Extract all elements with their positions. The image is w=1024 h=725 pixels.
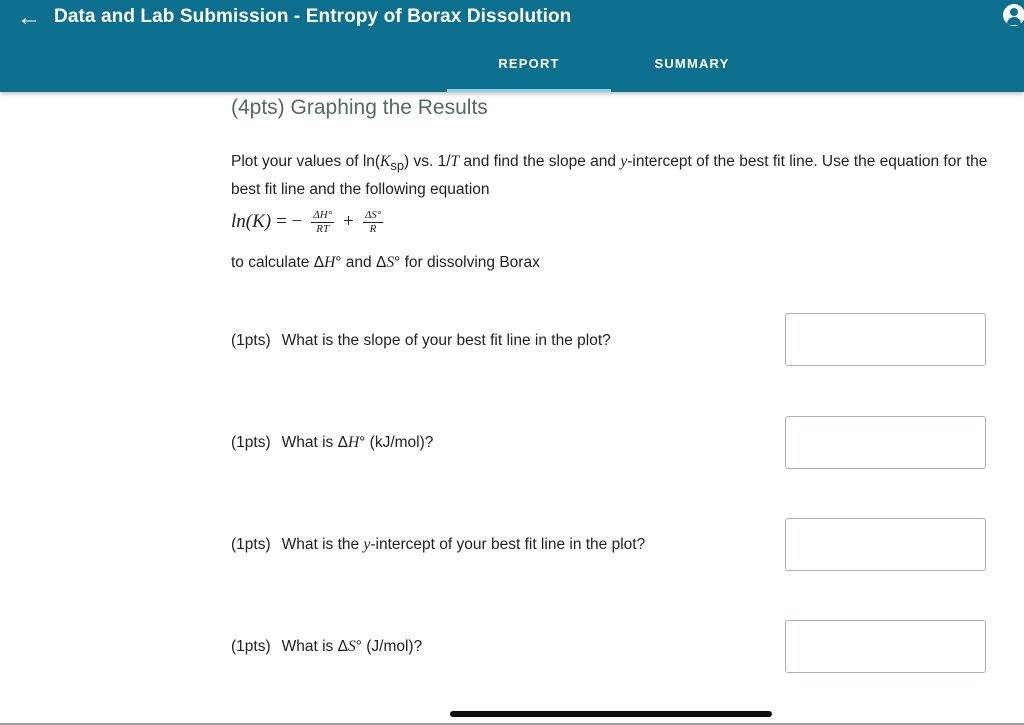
question-text-a: What is the: [281, 536, 364, 553]
tab-report[interactable]: REPORT: [447, 54, 611, 92]
intro-k-symbol: K: [380, 153, 391, 170]
question-text-a: What is Δ: [281, 638, 348, 655]
arrow-left-icon[interactable]: ←: [16, 5, 42, 31]
y-intercept-answer-field[interactable]: [785, 518, 986, 571]
enthalpy-denominator: RT: [316, 222, 330, 235]
question-text: What is ΔS° (J/mol)?: [282, 638, 423, 655]
delta-h-answer-field[interactable]: [785, 416, 986, 469]
tab-selected-indicator: [447, 89, 611, 92]
entropy-numerator: ΔS°: [362, 208, 384, 223]
intro-text-a: Plot your values of ln(: [231, 153, 381, 170]
question-points: (1pts): [231, 638, 271, 655]
entropy-fraction: ΔS° R: [362, 208, 384, 236]
question-s-symbol: S: [347, 638, 356, 655]
account-circle-icon[interactable]: [1003, 4, 1024, 26]
enthalpy-fraction: ΔH° RT: [311, 208, 335, 236]
equation-equals: = −: [276, 211, 303, 232]
question-delta-s: (1pts) What is ΔS° (J/mol)?: [231, 638, 422, 656]
calc-text-b: ° and Δ: [335, 254, 387, 271]
question-y-intercept: (1pts) What is the y-intercept of your be…: [231, 536, 645, 554]
app-bar: ← Data and Lab Submission - Entropy of B…: [0, 0, 1024, 92]
gibbs-equation: ln(K) = − ΔH° RT + ΔS° R: [231, 204, 387, 240]
question-slope: (1pts) What is the slope of your best fit…: [231, 332, 611, 350]
calc-text-a: to calculate Δ: [231, 254, 325, 271]
question-text-a: What is Δ: [281, 434, 348, 451]
question-text-b: -intercept of your best fit line in the …: [370, 536, 646, 553]
intro-sp-subscript: sp: [390, 158, 405, 174]
calc-text-c: ° for dissolving Borax: [394, 254, 540, 271]
calc-s-symbol: S: [386, 254, 395, 271]
page-title: Data and Lab Submission - Entropy of Bor…: [54, 6, 572, 27]
question-points: (1pts): [231, 332, 271, 349]
entropy-denominator: R: [369, 222, 377, 235]
equation-plus: +: [343, 211, 354, 232]
equation-lhs: ln(K): [231, 211, 272, 232]
instructions-paragraph: Plot your values of ln(Ksp) vs. 1/T and …: [231, 150, 991, 202]
intro-text-b: ) vs. 1/: [404, 153, 451, 170]
slope-answer-field[interactable]: [785, 313, 986, 366]
delta-s-answer-field[interactable]: [785, 620, 986, 673]
calculation-instruction: to calculate ΔH° and ΔS° for dissolving …: [231, 254, 540, 272]
account-head-shape: [1010, 8, 1018, 16]
question-text: What is ΔH° (kJ/mol)?: [282, 434, 434, 451]
question-h-symbol: H: [347, 434, 360, 451]
question-points: (1pts): [231, 536, 271, 553]
intro-text-c: and find the slope and: [459, 153, 621, 170]
section-title: (4pts) Graphing the Results: [231, 96, 488, 119]
question-delta-h: (1pts) What is ΔH° (kJ/mol)?: [231, 434, 433, 452]
home-indicator[interactable]: [450, 711, 772, 717]
tab-summary[interactable]: SUMMARY: [610, 54, 774, 92]
question-text-b: ° (kJ/mol)?: [359, 434, 434, 451]
enthalpy-numerator: ΔH°: [311, 208, 335, 223]
account-body-shape: [1007, 17, 1021, 25]
question-text-b: ° (J/mol)?: [355, 638, 423, 655]
calc-h-symbol: H: [324, 254, 336, 271]
intro-t-symbol: T: [450, 153, 460, 170]
question-points: (1pts): [231, 434, 271, 451]
question-text: What is the slope of your best fit line …: [281, 332, 611, 349]
question-text: What is the y-intercept of your best fit…: [282, 536, 646, 553]
